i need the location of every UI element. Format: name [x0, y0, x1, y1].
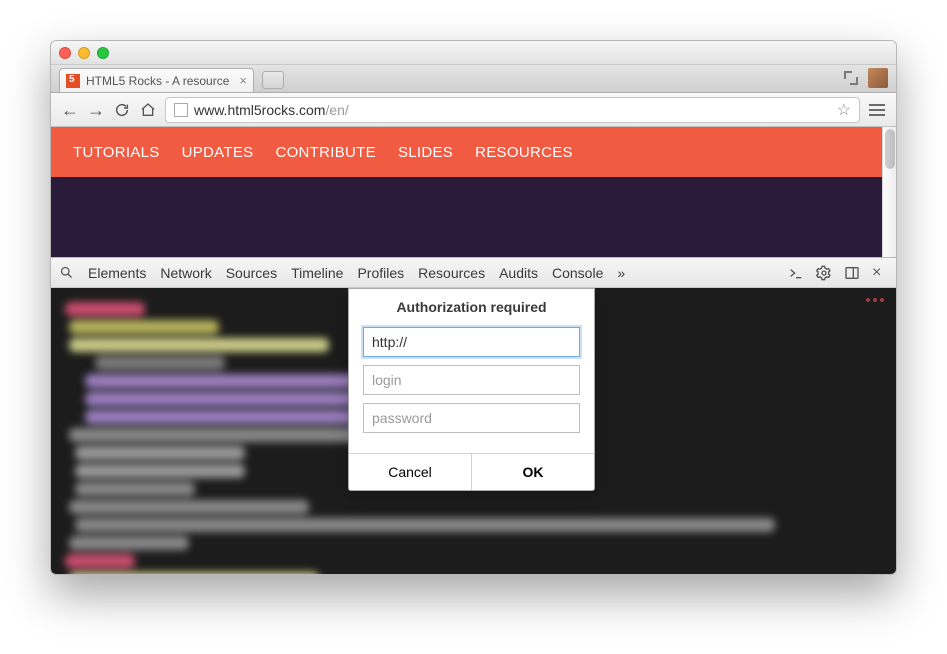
authorization-dialog: Authorization required Cancel OK — [348, 288, 595, 491]
auth-ok-button[interactable]: OK — [472, 454, 594, 490]
devtools-tab-network[interactable]: Network — [160, 265, 211, 281]
devtools-close-icon[interactable]: × — [872, 265, 888, 281]
hero-band — [51, 177, 896, 257]
menu-button[interactable] — [868, 101, 886, 119]
window-controls — [59, 47, 109, 59]
address-bar[interactable]: www.html5rocks.com/en/ ☆ — [165, 97, 860, 123]
devtools-tab-profiles[interactable]: Profiles — [357, 265, 404, 281]
hamburger-icon — [869, 104, 885, 116]
browser-tab[interactable]: HTML5 Rocks - A resource × — [59, 68, 254, 92]
back-button[interactable]: ← — [61, 101, 79, 119]
devtools-tabbar: Elements Network Sources Timeline Profil… — [51, 258, 896, 288]
page-scrollbar[interactable] — [882, 127, 896, 257]
scrollbar-thumb[interactable] — [885, 129, 895, 169]
devtools-tab-console[interactable]: Console — [552, 265, 603, 281]
bookmark-star-icon[interactable]: ☆ — [837, 100, 851, 120]
devtools-tab-timeline[interactable]: Timeline — [291, 265, 343, 281]
inspect-search-icon[interactable] — [59, 265, 74, 280]
page-viewport: TUTORIALS UPDATES CONTRIBUTE SLIDES RESO… — [51, 127, 896, 257]
auth-host-input[interactable] — [363, 327, 580, 357]
auth-password-input[interactable] — [363, 403, 580, 433]
toggle-drawer-icon[interactable] — [788, 265, 804, 281]
reload-button[interactable] — [113, 101, 131, 119]
devtools-tab-resources[interactable]: Resources — [418, 265, 485, 281]
devtools-overflow[interactable]: » — [617, 265, 625, 281]
devtools-body: Authorization required Cancel OK — [51, 288, 896, 574]
auth-login-input[interactable] — [363, 365, 580, 395]
devtools-tab-elements[interactable]: Elements — [88, 265, 146, 281]
zoom-window-button[interactable] — [97, 47, 109, 59]
nav-tutorials[interactable]: TUTORIALS — [73, 144, 160, 161]
new-tab-button[interactable] — [262, 71, 284, 89]
devtools-panel: Elements Network Sources Timeline Profil… — [51, 257, 896, 574]
url-path: /en/ — [325, 102, 348, 118]
devtools-tab-sources[interactable]: Sources — [226, 265, 277, 281]
close-tab-icon[interactable]: × — [239, 73, 247, 88]
browser-window: HTML5 Rocks - A resource × ← → www.html5… — [50, 40, 897, 575]
html5-shield-icon — [66, 74, 80, 88]
auth-cancel-button[interactable]: Cancel — [349, 454, 472, 490]
fullscreen-icon[interactable] — [844, 71, 858, 85]
nav-resources[interactable]: RESOURCES — [475, 144, 573, 161]
close-window-button[interactable] — [59, 47, 71, 59]
forward-button[interactable]: → — [87, 101, 105, 119]
tab-title: HTML5 Rocks - A resource — [86, 74, 229, 88]
tab-strip: HTML5 Rocks - A resource × — [51, 65, 896, 93]
devtools-controls: × — [788, 265, 888, 281]
nav-updates[interactable]: UPDATES — [182, 144, 254, 161]
nav-contribute[interactable]: CONTRIBUTE — [275, 144, 376, 161]
home-button[interactable] — [139, 101, 157, 119]
url-text: www.html5rocks.com/en/ — [194, 102, 349, 118]
page-icon — [174, 103, 188, 117]
dialog-title: Authorization required — [349, 289, 594, 327]
browser-toolbar: ← → www.html5rocks.com/en/ ☆ — [51, 93, 896, 127]
url-host: www.html5rocks.com — [194, 102, 325, 118]
settings-gear-icon[interactable] — [816, 265, 832, 281]
site-nav-bar: TUTORIALS UPDATES CONTRIBUTE SLIDES RESO… — [51, 127, 896, 177]
profile-avatar[interactable] — [868, 68, 888, 88]
window-titlebar — [51, 41, 896, 65]
devtools-tab-audits[interactable]: Audits — [499, 265, 538, 281]
minimize-window-button[interactable] — [78, 47, 90, 59]
dock-side-icon[interactable] — [844, 265, 860, 281]
nav-slides[interactable]: SLIDES — [398, 144, 453, 161]
